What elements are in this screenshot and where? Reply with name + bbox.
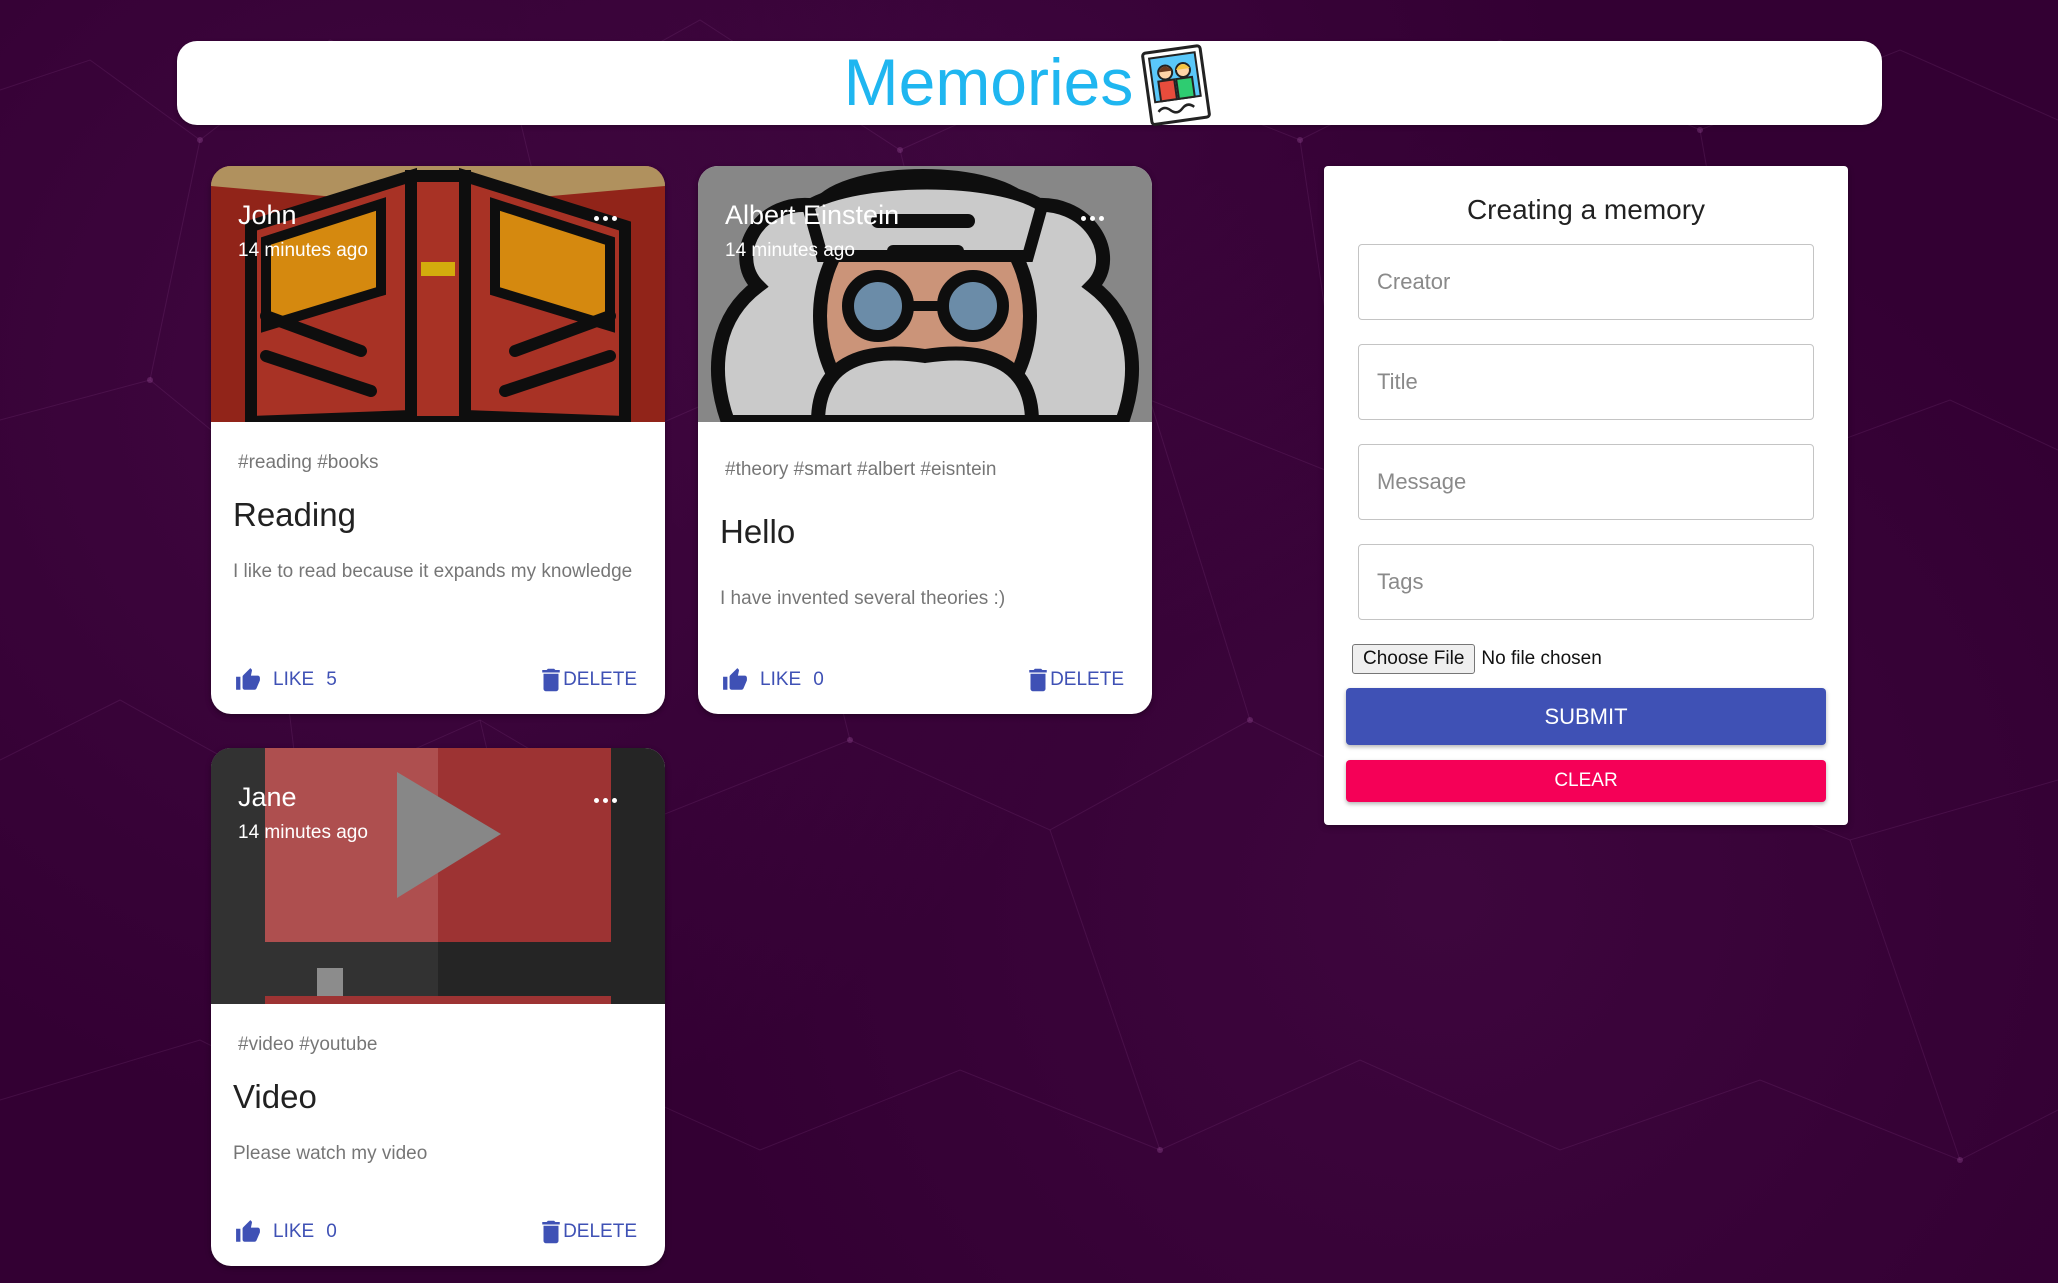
clear-button[interactable]: CLEAR: [1346, 760, 1826, 802]
post-time: 14 minutes ago: [725, 240, 855, 261]
like-button[interactable]: LIKE 0: [235, 1212, 337, 1252]
post-actions: LIKE 5 DELETE: [211, 648, 665, 714]
choose-file-button[interactable]: Choose File: [1352, 644, 1476, 674]
post-actions: LIKE 0 DELETE: [211, 1200, 665, 1266]
app-title: Memories: [843, 45, 1134, 119]
post-creator: Albert Einstein: [725, 200, 900, 230]
delete-button[interactable]: DELETE: [541, 1212, 637, 1252]
file-status: No file chosen: [1481, 648, 1602, 669]
like-count: 0: [813, 669, 824, 690]
post-title: Hello: [720, 513, 796, 550]
post-actions: LIKE 0 DELETE: [698, 648, 1152, 714]
like-button[interactable]: LIKE 5: [235, 660, 337, 700]
delete-label: DELETE: [1050, 669, 1124, 690]
post-creator: John: [238, 200, 297, 230]
tags-field: [1358, 544, 1814, 620]
thumb-up-icon: [236, 668, 260, 690]
delete-label: DELETE: [563, 1221, 637, 1242]
creator-field: [1358, 244, 1814, 320]
title-input[interactable]: [1359, 345, 1813, 419]
memory-form: Creating a memory Choose File No file ch…: [1324, 166, 1848, 825]
message-input[interactable]: [1359, 445, 1813, 519]
trash-icon: [542, 1220, 560, 1244]
delete-button[interactable]: DELETE: [1028, 660, 1124, 700]
post-tags: #video #youtube: [238, 1034, 378, 1055]
title-field: [1358, 344, 1814, 420]
post-message: Please watch my video: [233, 1143, 428, 1164]
post-time: 14 minutes ago: [238, 240, 368, 261]
delete-button[interactable]: DELETE: [541, 660, 637, 700]
post-creator: Jane: [238, 782, 297, 812]
message-field: [1358, 444, 1814, 520]
post-tags: #reading #books: [238, 452, 379, 473]
tags-input[interactable]: [1359, 545, 1813, 619]
post-card: John 14 minutes ago #reading #books Read…: [211, 166, 665, 714]
app-bar: Memories: [177, 41, 1882, 126]
post-image: Jane 14 minutes ago: [211, 748, 665, 1004]
post-card: Albert Einstein 14 minutes ago #theory #…: [698, 166, 1152, 714]
post-image: Albert Einstein 14 minutes ago: [698, 166, 1152, 422]
post-title: Reading: [233, 496, 356, 533]
more-options-icon[interactable]: [1062, 200, 1122, 236]
trash-icon: [542, 668, 560, 692]
post-message: I have invented several theories :): [720, 588, 1006, 609]
like-label: LIKE: [273, 669, 315, 690]
post-time: 14 minutes ago: [238, 822, 368, 843]
more-options-icon[interactable]: [575, 782, 635, 818]
thumb-up-icon: [236, 1220, 260, 1242]
post-image: John 14 minutes ago: [211, 166, 665, 422]
thumb-up-icon: [723, 668, 747, 690]
like-label: LIKE: [760, 669, 802, 690]
creator-input[interactable]: [1359, 245, 1813, 319]
more-options-icon[interactable]: [575, 200, 635, 236]
like-label: LIKE: [273, 1221, 315, 1242]
post-tags: #theory #smart #albert #eisntein: [725, 459, 997, 480]
submit-button[interactable]: SUBMIT: [1346, 688, 1826, 745]
delete-label: DELETE: [563, 669, 637, 690]
like-button[interactable]: LIKE 0: [722, 660, 824, 700]
trash-icon: [1029, 668, 1047, 692]
form-title: Creating a memory: [1466, 194, 1706, 225]
like-count: 5: [326, 669, 337, 690]
post-title: Video: [233, 1078, 317, 1115]
file-input: Choose File No file chosen: [1352, 644, 1602, 674]
memories-photo-icon: [1141, 44, 1212, 126]
post-message: I like to read because it expands my kno…: [233, 561, 633, 582]
post-card: Jane 14 minutes ago #video #youtube Vide…: [211, 748, 665, 1266]
like-count: 0: [326, 1221, 337, 1242]
